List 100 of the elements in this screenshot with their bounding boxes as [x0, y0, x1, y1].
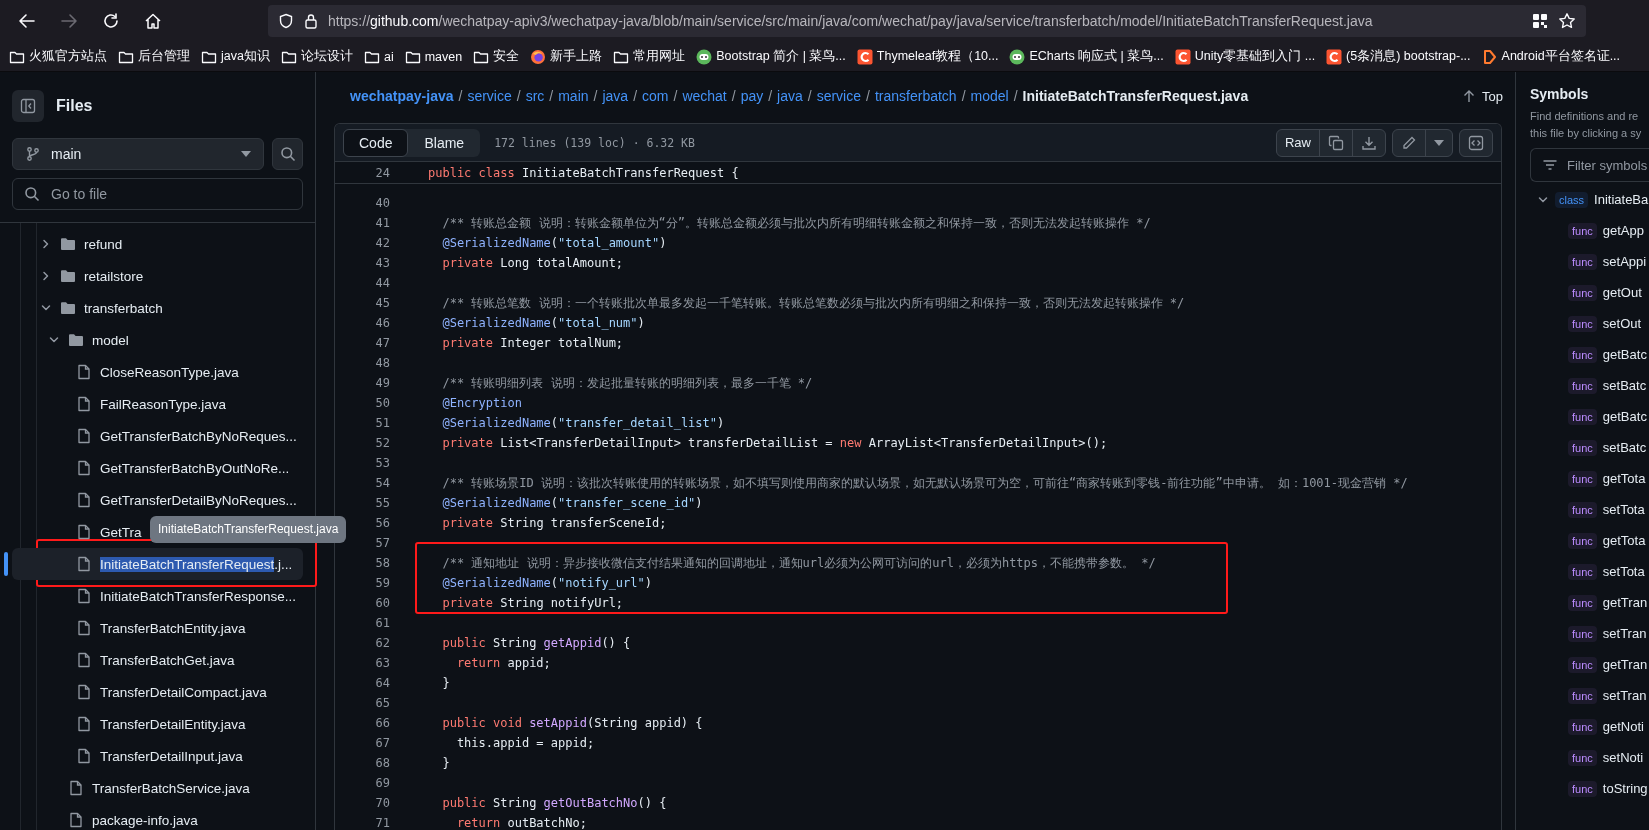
kind-badge: func — [1568, 594, 1597, 611]
kind-badge: func — [1568, 408, 1597, 425]
file-item[interactable]: TransferDetailCompact.java — [12, 676, 303, 708]
bookmark[interactable]: Android平台签名证... — [1481, 48, 1621, 65]
path-separator: / — [768, 88, 773, 104]
breadcrumb-link[interactable]: wechat — [682, 88, 727, 104]
symbol-item[interactable]: func setTran — [1530, 618, 1649, 649]
bookmark[interactable]: java知识 — [201, 48, 270, 65]
symbol-name: setNoti — [1602, 750, 1644, 765]
symbol-item[interactable]: func getOut — [1530, 277, 1649, 308]
search-button[interactable] — [272, 138, 303, 170]
address-bar[interactable]: https://github.com/wechatpay-apiv3/wechatpay-java/blob/main/service/src/main/java/com/wechat/pay/java/service/transferbatch/model/InitiateBatchTransferRequest.java — [268, 5, 1586, 37]
file-item[interactable]: TransferBatchService.java — [12, 772, 303, 804]
symbol-item[interactable]: func setTota — [1530, 494, 1649, 525]
code-line: private Integer totalNum; — [441, 336, 624, 350]
symbol-item[interactable]: func setNoti — [1530, 742, 1649, 773]
file-item[interactable]: FailReasonType.java — [12, 388, 303, 420]
symbol-item[interactable]: func setOut — [1530, 308, 1649, 339]
folder-item[interactable]: transferbatch — [12, 292, 303, 324]
home-icon[interactable] — [144, 12, 162, 30]
breadcrumb-link[interactable]: transferbatch — [874, 88, 957, 104]
code-line: /** 转账总金额 说明：转账金额单位为“分”。转账总金额必须与批次内所有明细转账金额之和保持一致，否则无法发起转账操作 */ — [441, 215, 1151, 230]
bookmark[interactable]: maven — [404, 48, 463, 65]
symbol-item[interactable]: func setBatc — [1530, 370, 1649, 401]
symbol-item[interactable]: func setAppi — [1530, 246, 1649, 277]
breadcrumb-link[interactable]: main — [558, 88, 589, 104]
bookmark[interactable]: 火狐官方站点 — [9, 48, 107, 65]
bookmark[interactable]: ai — [363, 48, 394, 65]
symbol-item[interactable]: func setBatc — [1530, 432, 1649, 463]
file-icon — [76, 364, 92, 380]
symbol-item[interactable]: func getBatc — [1530, 401, 1649, 432]
bookmark[interactable]: 论坛设计 — [280, 48, 353, 65]
file-item[interactable]: InitiateBatchTransferRequest.j... — [12, 548, 303, 580]
view-tab[interactable]: Code — [343, 128, 409, 157]
breadcrumb-link[interactable]: model — [970, 88, 1009, 104]
panel-toggle-button[interactable] — [12, 90, 44, 122]
breadcrumb-link[interactable]: com — [642, 88, 669, 104]
file-item[interactable]: TransferBatchEntity.java — [12, 612, 303, 644]
bookmark[interactable]: 后台管理 — [118, 48, 190, 65]
bookmark[interactable]: (5条消息) bootstrap-... — [1326, 48, 1471, 65]
kind-badge: func — [1568, 656, 1597, 673]
bookmark[interactable]: 常用网址 — [613, 48, 686, 65]
description-text: Find definitions and re — [1530, 109, 1640, 124]
line-number: 49 — [374, 376, 390, 390]
symbol-item[interactable]: func getApp — [1530, 215, 1649, 246]
breadcrumb-link[interactable]: service — [467, 88, 512, 104]
breadcrumb-link[interactable]: src — [525, 88, 545, 104]
reload-icon[interactable] — [102, 12, 120, 30]
file-item[interactable]: GetTransferDetailByNoReques... — [12, 484, 303, 516]
file-item[interactable]: TransferDetailInput.java — [12, 740, 303, 772]
symbol-item[interactable]: func toString — [1530, 773, 1649, 804]
file-item[interactable]: GetTransferBatchByOutNoRe... — [12, 452, 303, 484]
breadcrumb-link[interactable]: wechatpay-java — [350, 88, 454, 104]
code-line: /** 转账场景ID 说明：该批次转账使用的转账场景，如不填写则使用商家的默认场景，如无默认场景可为空，可前往“商家转账到零钱-前往功能”中申请。 如：1001-现金营销 */ — [441, 475, 1408, 490]
kind-badge: func — [1568, 687, 1597, 704]
file-item[interactable]: TransferDetailEntity.java — [12, 708, 303, 740]
code-line: @SerializedName("transfer_scene_id") — [441, 496, 703, 510]
view-tab[interactable]: Blame — [408, 128, 481, 157]
file-icon — [76, 684, 92, 700]
file-item[interactable]: package-info.java — [12, 804, 303, 830]
line-number: 64 — [374, 676, 390, 690]
branch-selector[interactable]: main — [12, 138, 264, 170]
symbol-item[interactable]: func getBatc — [1530, 339, 1649, 370]
star-icon[interactable] — [1558, 12, 1576, 30]
breadcrumb-link[interactable]: java — [777, 88, 803, 104]
file-item[interactable]: CloseReasonType.java — [12, 356, 303, 388]
symbol-item[interactable]: func getTota — [1530, 525, 1649, 556]
qr-code-icon[interactable] — [1532, 13, 1548, 29]
back-icon[interactable] — [18, 12, 36, 30]
lock-icon[interactable] — [304, 13, 318, 29]
symbol-item[interactable]: func getTran — [1530, 649, 1649, 680]
symbol-item[interactable]: func getNoti — [1530, 711, 1649, 742]
search-field[interactable]: Go to file — [12, 178, 303, 210]
filter-field[interactable]: Filter symbols — [1530, 148, 1649, 182]
bookmark[interactable]: 新手上路 — [530, 48, 603, 65]
symbol-item[interactable]: class InitiateBa — [1530, 184, 1649, 215]
breadcrumb-link[interactable]: service — [816, 88, 862, 104]
shield-icon[interactable] — [278, 13, 294, 29]
bookmark[interactable]: Unity零基础到入门 ... — [1174, 48, 1316, 65]
breadcrumb-link[interactable]: java — [602, 88, 629, 104]
file-item[interactable]: GetTransferBatchByNoReques... — [12, 420, 303, 452]
kind-badge: func — [1568, 563, 1597, 580]
symbol-item[interactable]: func setTran — [1530, 680, 1649, 711]
bookmark[interactable]: 安全 — [473, 48, 520, 65]
file-item[interactable]: TransferBatchGet.java — [12, 644, 303, 676]
line-number: 43 — [374, 256, 390, 270]
top-button[interactable]: Top — [1462, 88, 1503, 104]
folder-item[interactable]: model — [12, 324, 303, 356]
symbol-name: setBatc — [1602, 440, 1647, 455]
bookmark[interactable]: Bootstrap 简介 | 菜鸟... — [696, 48, 846, 65]
folder-item[interactable]: retailstore — [12, 260, 303, 292]
file-item[interactable]: InitiateBatchTransferResponse... — [12, 580, 303, 612]
code-line: /** 转账总笔数 说明：一个转账批次单最多发起一千笔转账。转账总笔数必须与批次内所有明细之和保持一致，否则无法发起转账操作 */ — [441, 295, 1185, 310]
bookmark[interactable]: Thymeleaf教程（10... — [856, 48, 999, 65]
breadcrumb-link[interactable]: pay — [740, 88, 764, 104]
symbol-item[interactable]: func setTota — [1530, 556, 1649, 587]
symbol-item[interactable]: func getTran — [1530, 587, 1649, 618]
bookmark[interactable]: ECharts 响应式 | 菜鸟... — [1009, 48, 1164, 65]
folder-item[interactable]: refund — [12, 228, 303, 260]
symbol-item[interactable]: func getTota — [1530, 463, 1649, 494]
